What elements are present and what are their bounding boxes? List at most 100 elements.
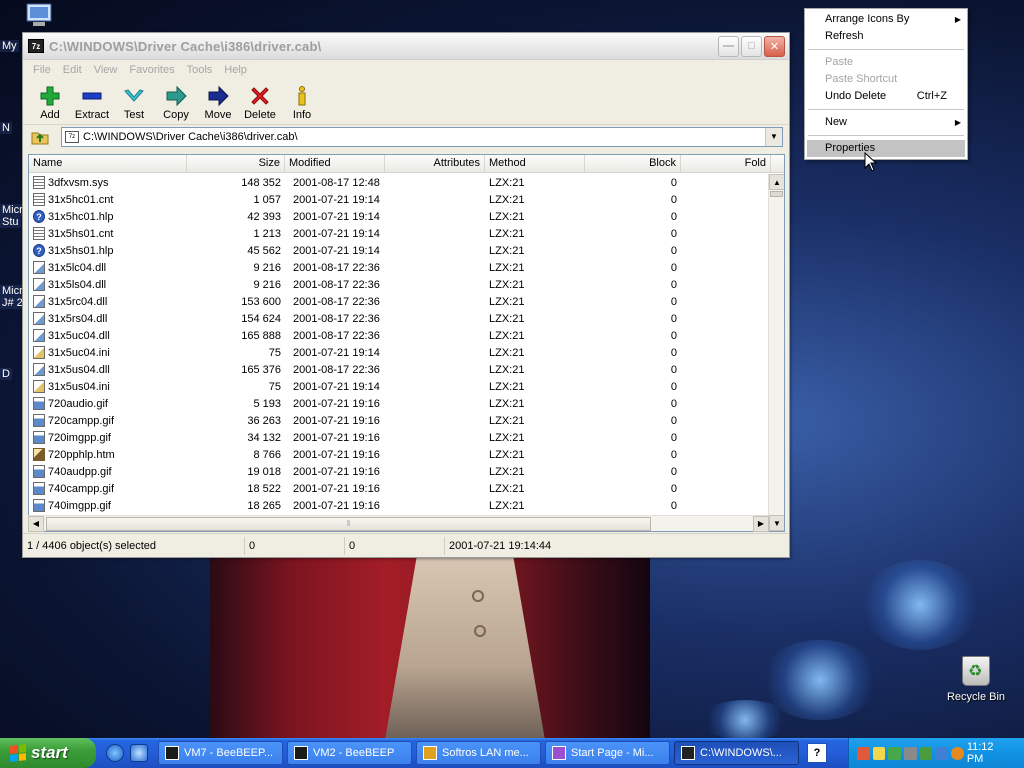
- copy-button[interactable]: Copy: [155, 84, 197, 121]
- tray-security-icon[interactable]: [888, 746, 902, 760]
- context-undo-delete[interactable]: Undo Delete Ctrl+Z: [807, 88, 965, 105]
- move-button[interactable]: Move: [197, 84, 239, 121]
- context-paste-shortcut[interactable]: Paste Shortcut: [807, 71, 965, 88]
- file-block: 0: [670, 397, 677, 410]
- horizontal-scrollbar[interactable]: ◀ ‖ ▶: [28, 515, 769, 532]
- up-folder-button[interactable]: [29, 127, 51, 147]
- horizontal-scroll-thumb[interactable]: ‖: [46, 516, 651, 531]
- file-list[interactable]: Name Size Modified Attributes Method Block Fol…: [28, 154, 785, 532]
- tray-search-icon[interactable]: [951, 746, 964, 760]
- file-row[interactable]: 31x5lc04.dll 9 216 2001-08-17 22:36 LZX:21 0: [29, 259, 768, 276]
- file-row[interactable]: ? 31x5hc01.hlp 42 393 2001-07-21 19:14 LZX:2…: [29, 208, 768, 225]
- tray-network-icon[interactable]: [857, 746, 870, 760]
- delete-button[interactable]: Delete: [239, 84, 281, 121]
- context-refresh[interactable]: Refresh: [807, 28, 965, 45]
- column-header-method[interactable]: Method: [485, 155, 585, 172]
- taskbar-button[interactable]: VM2 - BeeBEEP: [287, 741, 412, 765]
- file-row[interactable]: 740campp.gif 18 522 2001-07-21 19:16 LZX:21…: [29, 480, 768, 497]
- menu-favorites[interactable]: Favorites: [123, 64, 180, 76]
- maximize-button[interactable]: □: [741, 35, 762, 57]
- desktop-icon-label[interactable]: D: [0, 368, 12, 380]
- file-size: 9 216: [253, 278, 281, 291]
- test-button[interactable]: Test: [113, 84, 155, 121]
- taskbar-button[interactable]: Start Page - Mi...: [545, 741, 670, 765]
- file-row[interactable]: 3dfxvsm.sys 148 352 2001-08-17 12:48 LZX:21…: [29, 174, 768, 191]
- help-button[interactable]: ?: [807, 743, 827, 763]
- tray-monitor-icon[interactable]: [935, 746, 949, 760]
- desktop-icon-label[interactable]: Stu: [0, 216, 21, 228]
- column-header-name[interactable]: Name: [29, 155, 187, 172]
- file-row[interactable]: 720pphlp.htm 8 766 2001-07-21 19:16 LZX:21 0: [29, 446, 768, 463]
- column-header-attributes[interactable]: Attributes: [385, 155, 485, 172]
- scroll-left-button[interactable]: ◀: [28, 515, 44, 532]
- extract-button[interactable]: Extract: [71, 84, 113, 121]
- taskbar-button[interactable]: VM7 - BeeBEEP...: [158, 741, 283, 765]
- file-row[interactable]: 720audio.gif 5 193 2001-07-21 19:16 LZX:21 0: [29, 395, 768, 412]
- check-icon: [122, 84, 146, 108]
- menu-edit[interactable]: Edit: [57, 64, 88, 76]
- title-bar[interactable]: 7z C:\WINDOWS\Driver Cache\i386\driver.c…: [23, 33, 789, 60]
- file-row[interactable]: ? 31x5hs01.hlp 45 562 2001-07-21 19:14 LZX:2…: [29, 242, 768, 259]
- column-header-modified[interactable]: Modified: [285, 155, 385, 172]
- address-field[interactable]: 7z C:\WINDOWS\Driver Cache\i386\driver.c…: [61, 126, 783, 147]
- file-row[interactable]: 31x5hc01.cnt 1 057 2001-07-21 19:14 LZX:21 0: [29, 191, 768, 208]
- column-header-size[interactable]: Size: [187, 155, 285, 172]
- scroll-down-button[interactable]: ▼: [769, 515, 784, 531]
- tray-app-icon[interactable]: [919, 746, 933, 760]
- start-button[interactable]: start: [0, 738, 96, 768]
- vertical-scroll-thumb[interactable]: [770, 191, 783, 197]
- file-name-cell: 31x5uc04.ini: [29, 346, 187, 359]
- scroll-right-button[interactable]: ▶: [753, 515, 769, 532]
- menu-tools[interactable]: Tools: [181, 64, 219, 76]
- app-icon[interactable]: 7z: [28, 39, 44, 53]
- menu-help[interactable]: Help: [218, 64, 253, 76]
- file-row[interactable]: 31x5rc04.dll 153 600 2001-08-17 22:36 LZX:2…: [29, 293, 768, 310]
- file-row[interactable]: 31x5ls04.dll 9 216 2001-08-17 22:36 LZX:21 0: [29, 276, 768, 293]
- add-button[interactable]: Add: [29, 84, 71, 121]
- recycle-bin-icon[interactable]: Recycle Bin: [946, 656, 1006, 703]
- column-header-block[interactable]: Block: [585, 155, 681, 172]
- desktop-icon-label[interactable]: N: [0, 122, 12, 134]
- info-button[interactable]: Info: [281, 84, 323, 121]
- quick-launch: [106, 744, 148, 762]
- file-row[interactable]: 720campp.gif 36 263 2001-07-21 19:16 LZX:21…: [29, 412, 768, 429]
- file-row[interactable]: 740audpp.gif 19 018 2001-07-21 19:16 LZX:21…: [29, 463, 768, 480]
- file-row[interactable]: 31x5us04.dll 165 376 2001-08-17 22:36 LZX:2…: [29, 361, 768, 378]
- column-headers: Name Size Modified Attributes Method Block Fol…: [29, 155, 784, 173]
- desktop-icon-label[interactable]: My: [0, 40, 19, 52]
- menu-separator: [808, 109, 964, 110]
- minus-icon: [80, 84, 104, 108]
- address-dropdown-button[interactable]: ▼: [765, 127, 782, 146]
- file-row[interactable]: 31x5hs01.cnt 1 213 2001-07-21 19:14 LZX:21 0: [29, 225, 768, 242]
- menu-view[interactable]: View: [88, 64, 124, 76]
- vertical-scrollbar[interactable]: ▲ ▼: [768, 174, 784, 531]
- context-paste[interactable]: Paste: [807, 54, 965, 71]
- tray-messenger-icon[interactable]: [872, 746, 886, 760]
- file-row[interactable]: 31x5us04.ini 75 2001-07-21 19:14 LZX:21 0: [29, 378, 768, 395]
- column-header-fold[interactable]: Fold: [681, 155, 771, 172]
- scroll-up-button[interactable]: ▲: [769, 174, 784, 190]
- file-method: LZX:21: [489, 278, 525, 291]
- show-desktop-icon[interactable]: [130, 744, 148, 762]
- file-row[interactable]: 31x5uc04.dll 165 888 2001-08-17 22:36 LZX:2…: [29, 327, 768, 344]
- context-new[interactable]: New ▶: [807, 114, 965, 131]
- file-row[interactable]: 31x5rs04.dll 154 624 2001-08-17 22:36 LZX:2…: [29, 310, 768, 327]
- internet-explorer-icon[interactable]: [106, 744, 124, 762]
- file-size: 42 393: [247, 210, 281, 223]
- context-arrange-icons-by[interactable]: Arrange Icons By ▶: [807, 11, 965, 28]
- file-row[interactable]: 740imgpp.gif 18 265 2001-07-21 19:16 LZX:21…: [29, 497, 768, 514]
- file-row[interactable]: 31x5uc04.ini 75 2001-07-21 19:14 LZX:21 0: [29, 344, 768, 361]
- my-computer-icon[interactable]: [24, 2, 54, 33]
- menu-file[interactable]: File: [27, 64, 57, 76]
- context-properties[interactable]: Properties: [807, 140, 965, 157]
- taskbar-button[interactable]: C:\WINDOWS\...: [674, 741, 799, 765]
- close-button[interactable]: ✕: [764, 35, 785, 57]
- file-row[interactable]: 720imgpp.gif 34 132 2001-07-21 19:16 LZX:21…: [29, 429, 768, 446]
- gif-file-icon: [33, 465, 45, 478]
- clock[interactable]: 11:12 PM: [967, 741, 1012, 765]
- file-size: 45 562: [247, 244, 281, 257]
- file-name-cell: 740campp.gif: [29, 482, 187, 495]
- tray-volume-icon[interactable]: [904, 746, 917, 760]
- minimize-button[interactable]: —: [718, 35, 739, 57]
- taskbar-button[interactable]: Softros LAN me...: [416, 741, 541, 765]
